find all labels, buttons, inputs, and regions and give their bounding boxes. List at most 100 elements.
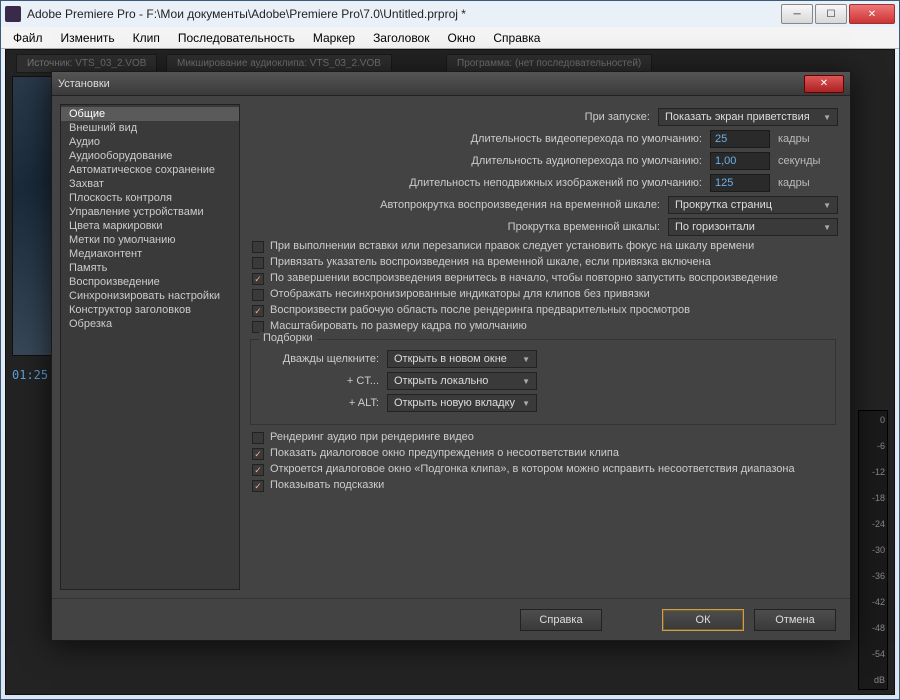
window-titlebar[interactable]: Adobe Premiere Pro - F:\Мои документы\Ad… (1, 1, 899, 27)
meter-tick: 0 (861, 415, 885, 425)
sidebar-item[interactable]: Синхронизировать настройки (61, 289, 239, 303)
sidebar-item[interactable]: Цвета маркировки (61, 219, 239, 233)
video-transition-label: Длительность видеоперехода по умолчанию: (248, 133, 702, 145)
bins-groupbox: Подборки Дважды щелкните: Открыть в ново… (250, 339, 836, 425)
meter-tick: -48 (861, 623, 885, 633)
checkbox[interactable] (252, 241, 264, 253)
sidebar-item[interactable]: Конструктор заголовков (61, 303, 239, 317)
menu-маркер[interactable]: Маркер (305, 29, 363, 47)
ok-button[interactable]: ОК (662, 609, 744, 631)
maximize-button[interactable]: ☐ (815, 4, 847, 24)
dialog-close-button[interactable]: ✕ (804, 75, 844, 93)
ctrl-dropdown[interactable]: Открыть локально▼ (387, 372, 537, 390)
sidebar-item[interactable]: Общие (61, 107, 239, 121)
audio-transition-unit: секунды (778, 155, 838, 167)
checkbox-row: Показывать подсказки (248, 479, 838, 492)
audio-transition-label: Длительность аудиоперехода по умолчанию: (248, 155, 702, 167)
checkbox-row: Рендеринг аудио при рендеринге видео (248, 431, 838, 444)
checkbox[interactable] (252, 480, 264, 492)
sidebar-item[interactable]: Внешний вид (61, 121, 239, 135)
menu-изменить[interactable]: Изменить (53, 29, 123, 47)
dialog-title: Установки (58, 78, 804, 90)
ctrl-label: + CT... (259, 375, 379, 387)
sidebar-item[interactable]: Воспроизведение (61, 275, 239, 289)
sidebar-item[interactable]: Медиаконтент (61, 247, 239, 261)
checkbox[interactable] (252, 257, 264, 269)
menu-последовательность[interactable]: Последовательность (170, 29, 303, 47)
timecode-left: 01:25 (12, 368, 48, 382)
checkbox-label: Показать диалоговое окно предупреждения … (270, 447, 838, 460)
sidebar-item[interactable]: Автоматическое сохранение (61, 163, 239, 177)
checkbox-row: Воспроизвести рабочую область после ренд… (248, 304, 838, 317)
dialog-footer: Справка ОК Отмена (52, 598, 850, 640)
meter-tick: -36 (861, 571, 885, 581)
timeline-scroll-dropdown[interactable]: По горизонтали▼ (668, 218, 838, 236)
menu-файл[interactable]: Файл (5, 29, 51, 47)
checkbox[interactable] (252, 448, 264, 460)
cancel-button[interactable]: Отмена (754, 609, 836, 631)
chevron-down-icon: ▼ (522, 399, 530, 408)
startup-label: При запуске: (248, 111, 650, 123)
preferences-content: При запуске: Показать экран приветствия▼… (248, 104, 842, 590)
checkbox[interactable] (252, 289, 264, 301)
chevron-down-icon: ▼ (522, 355, 530, 364)
sidebar-item[interactable]: Память (61, 261, 239, 275)
help-button[interactable]: Справка (520, 609, 602, 631)
sidebar-item[interactable]: Метки по умолчанию (61, 233, 239, 247)
timeline-scroll-label: Прокрутка временной шкалы: (248, 221, 660, 233)
doubleclick-dropdown[interactable]: Открыть в новом окне▼ (387, 350, 537, 368)
autoscroll-dropdown[interactable]: Прокрутка страниц▼ (668, 196, 838, 214)
still-duration-label: Длительность неподвижных изображений по … (248, 177, 702, 189)
preferences-sidebar: ОбщиеВнешний видАудиоАудиооборудованиеАв… (60, 104, 240, 590)
doubleclick-label: Дважды щелкните: (259, 353, 379, 365)
checkbox-row: Показать диалоговое окно предупреждения … (248, 447, 838, 460)
checkbox-label: Рендеринг аудио при рендеринге видео (270, 431, 838, 444)
menu-клип[interactable]: Клип (125, 29, 168, 47)
audio-meter: 0-6-12-18-24-30-36-42-48-54dB (858, 410, 888, 690)
checkbox-label: Откроется диалоговое окно «Подгонка клип… (270, 463, 838, 476)
checkbox[interactable] (252, 432, 264, 444)
still-duration-unit: кадры (778, 177, 838, 189)
menu-справка[interactable]: Справка (485, 29, 548, 47)
close-button[interactable]: ✕ (849, 4, 895, 24)
audio-transition-input[interactable] (710, 152, 770, 170)
meter-tick: -6 (861, 441, 885, 451)
chevron-down-icon: ▼ (823, 223, 831, 232)
checkbox-row: При выполнении вставки или перезаписи пр… (248, 240, 838, 253)
autoscroll-label: Автопрокрутка воспроизведения на временн… (248, 199, 660, 211)
checkbox-row: Отображать несинхронизированные индикато… (248, 288, 838, 301)
app-icon (5, 6, 21, 22)
menu-окно[interactable]: Окно (439, 29, 483, 47)
window-title: Adobe Premiere Pro - F:\Мои документы\Ad… (27, 7, 779, 21)
sidebar-item[interactable]: Захват (61, 177, 239, 191)
preview-thumbnail (12, 76, 56, 356)
checkbox-row: По завершении воспроизведения вернитесь … (248, 272, 838, 285)
meter-tick: -30 (861, 545, 885, 555)
checkbox[interactable] (252, 273, 264, 285)
checkbox[interactable] (252, 305, 264, 317)
sidebar-item[interactable]: Аудио (61, 135, 239, 149)
checkbox[interactable] (252, 464, 264, 476)
startup-dropdown[interactable]: Показать экран приветствия▼ (658, 108, 838, 126)
sidebar-item[interactable]: Плоскость контроля (61, 191, 239, 205)
chevron-down-icon: ▼ (823, 113, 831, 122)
still-duration-input[interactable] (710, 174, 770, 192)
checkbox-label: Показывать подсказки (270, 479, 838, 492)
sidebar-item[interactable]: Управление устройствами (61, 205, 239, 219)
meter-tick: dB (861, 675, 885, 685)
video-transition-input[interactable] (710, 130, 770, 148)
sidebar-item[interactable]: Аудиооборудование (61, 149, 239, 163)
alt-dropdown[interactable]: Открыть новую вкладку▼ (387, 394, 537, 412)
meter-tick: -12 (861, 467, 885, 477)
checkbox-label: Воспроизвести рабочую область после ренд… (270, 304, 838, 317)
menu-заголовок[interactable]: Заголовок (365, 29, 437, 47)
dialog-titlebar[interactable]: Установки ✕ (52, 72, 850, 96)
checkbox-label: Привязать указатель воспроизведения на в… (270, 256, 838, 269)
sidebar-item[interactable]: Обрезка (61, 317, 239, 331)
checkbox-label: Масштабировать по размеру кадра по умолч… (270, 320, 838, 333)
meter-tick: -54 (861, 649, 885, 659)
minimize-button[interactable]: ─ (781, 4, 813, 24)
checkbox-row: Откроется диалоговое окно «Подгонка клип… (248, 463, 838, 476)
alt-label: + ALT: (259, 397, 379, 409)
meter-tick: -42 (861, 597, 885, 607)
